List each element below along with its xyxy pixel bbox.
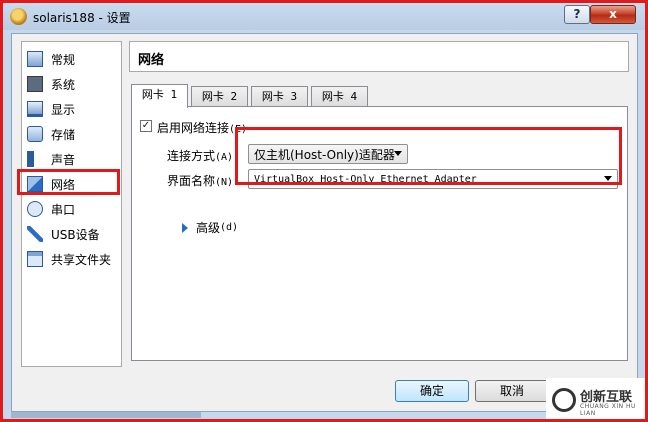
sidebar-item-label: USB设备 [51, 227, 100, 242]
adapter-name-value: VirtualBox Host-Only Ethernet Adapter [254, 173, 477, 185]
page-header: 网络 [129, 41, 629, 72]
adapter-name-text: 界面名称 [167, 174, 216, 188]
enable-adapter-label: 启用网络连接(E) [157, 119, 247, 136]
dialog-client: 常规 系统 显示 存储 声音 网络 串口 USB设备 共享文件夹 网络 网卡 1… [11, 33, 638, 412]
storage-icon [27, 126, 43, 142]
enable-adapter-checkbox[interactable]: ✓ [140, 120, 152, 132]
network-icon [27, 176, 43, 192]
sidebar-item-shared-folders[interactable]: 共享文件夹 [24, 248, 119, 270]
sidebar-item-general[interactable]: 常规 [24, 48, 119, 70]
enable-adapter-text: 启用网络连接 [157, 121, 230, 135]
close-button[interactable]: x [590, 5, 636, 24]
tab-adapter-3[interactable]: 网卡 3 [251, 86, 308, 107]
window-title: solaris188 - 设置 [33, 11, 131, 25]
general-icon [27, 51, 43, 67]
tab-adapter-2[interactable]: 网卡 2 [191, 86, 248, 107]
title-bar: solaris188 - 设置 ? x [3, 3, 645, 30]
window-bottom-strip [11, 412, 201, 418]
audio-icon [27, 151, 43, 167]
chevron-down-icon [394, 151, 402, 156]
sidebar-item-label: 网络 [51, 177, 76, 192]
attached-to-label: 连接方式(A): [167, 147, 239, 164]
tab-adapter-4[interactable]: 网卡 4 [311, 86, 368, 107]
sidebar-item-label: 存储 [51, 127, 76, 142]
usb-icon [27, 226, 43, 242]
sidebar-item-usb[interactable]: USB设备 [24, 223, 119, 245]
enable-adapter-shortcut: (E) [229, 124, 248, 135]
sidebar-item-storage[interactable]: 存储 [24, 123, 119, 145]
advanced-toggle[interactable]: 高级 (d) [182, 219, 238, 236]
adapter-name-select[interactable]: VirtualBox Host-Only Ethernet Adapter [248, 169, 618, 189]
sidebar-item-serial[interactable]: 串口 [24, 198, 119, 220]
shared-folder-icon [27, 251, 43, 267]
sidebar-item-label: 系统 [51, 77, 76, 92]
virtualbox-icon [10, 8, 27, 25]
sidebar-item-label: 串口 [51, 202, 76, 217]
advanced-label: 高级 [196, 221, 221, 235]
settings-sidebar: 常规 系统 显示 存储 声音 网络 串口 USB设备 共享文件夹 [21, 41, 122, 367]
sidebar-item-audio[interactable]: 声音 [24, 148, 119, 170]
adapter-panel: ✓ 启用网络连接(E) 连接方式(A): 仅主机(Host-Only)适配器 界… [131, 106, 628, 361]
sidebar-item-system[interactable]: 系统 [24, 73, 119, 95]
chevron-down-icon [604, 176, 612, 181]
cancel-button[interactable]: 取消 [475, 380, 549, 402]
system-icon [27, 76, 43, 92]
attached-to-text: 连接方式 [167, 149, 216, 163]
display-icon [27, 101, 43, 117]
sidebar-item-label: 声音 [51, 152, 76, 167]
sidebar-item-label: 显示 [51, 102, 76, 117]
serial-port-icon [27, 201, 43, 217]
attached-to-value: 仅主机(Host-Only)适配器 [254, 147, 395, 162]
page-title: 网络 [138, 53, 165, 68]
tab-adapter-1[interactable]: 网卡 1 [131, 84, 188, 108]
attached-to-shortcut: (A): [215, 152, 240, 163]
sidebar-item-label: 共享文件夹 [51, 252, 112, 267]
watermark-logo-icon [552, 388, 576, 412]
adapter-name-shortcut: (N): [215, 177, 240, 188]
expand-triangle-icon [182, 222, 188, 233]
sidebar-item-network[interactable]: 网络 [24, 173, 119, 195]
watermark-subtext: CHUANG XIN HU LIAN [580, 403, 636, 417]
help-button[interactable]: ? [564, 5, 590, 24]
attached-to-select[interactable]: 仅主机(Host-Only)适配器 [248, 144, 408, 164]
sidebar-item-label: 常规 [51, 52, 76, 67]
advanced-shortcut: (d) [220, 222, 239, 233]
adapter-name-label: 界面名称(N): [167, 172, 239, 189]
ok-button[interactable]: 确定 [395, 380, 469, 402]
sidebar-item-display[interactable]: 显示 [24, 98, 119, 120]
settings-window: solaris188 - 设置 ? x 常规 系统 显示 存储 声音 网络 串口… [3, 3, 645, 419]
